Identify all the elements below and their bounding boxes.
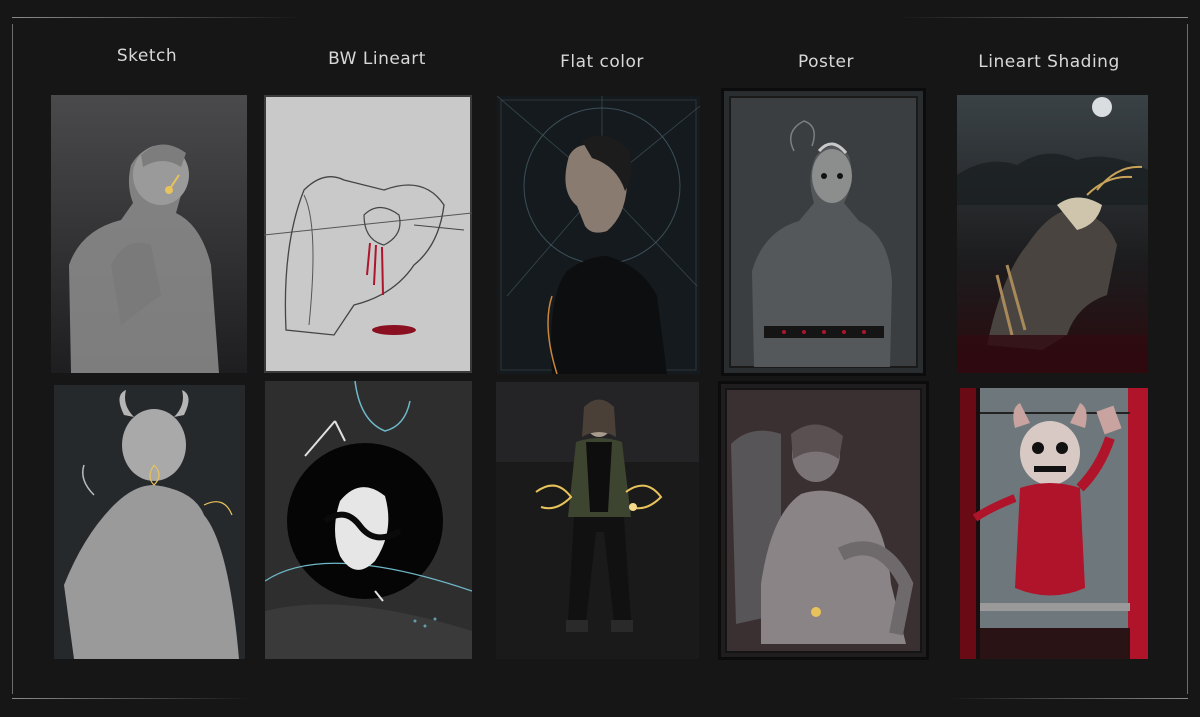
artwork-poster-smoking-man[interactable]: [724, 91, 923, 373]
artwork-lineart-shading-creature[interactable]: [957, 95, 1148, 373]
artwork-poster-sitting-figure[interactable]: [721, 384, 926, 657]
frame-bottom-right-line: [948, 698, 1188, 699]
artwork-bw-lineart-creature[interactable]: [264, 95, 472, 373]
artwork-flat-color-fire-hands[interactable]: [496, 382, 699, 659]
column-title-flat-color: Flat color: [560, 52, 644, 72]
artwork-flat-color-profile[interactable]: [497, 96, 700, 374]
column-title-bw-lineart: BW Lineart: [328, 49, 426, 69]
column-title-poster: Poster: [797, 52, 855, 72]
artwork-lineart-shading-masked-figure[interactable]: [960, 388, 1148, 659]
column-title-sketch: Sketch: [116, 46, 178, 66]
frame-left-line: [12, 24, 13, 694]
frame-bottom-left-line: [12, 698, 252, 699]
column-title-lineart-shading: Lineart Shading: [978, 52, 1120, 72]
artwork-sketch-horned-figure[interactable]: [54, 385, 245, 659]
frame-top-right-line: [898, 17, 1188, 18]
artwork-bw-lineart-snakes[interactable]: [265, 381, 472, 659]
frame-top-left-line: [12, 17, 302, 18]
artwork-sketch-smoking-figure[interactable]: [51, 95, 247, 373]
frame-right-line: [1187, 24, 1188, 694]
